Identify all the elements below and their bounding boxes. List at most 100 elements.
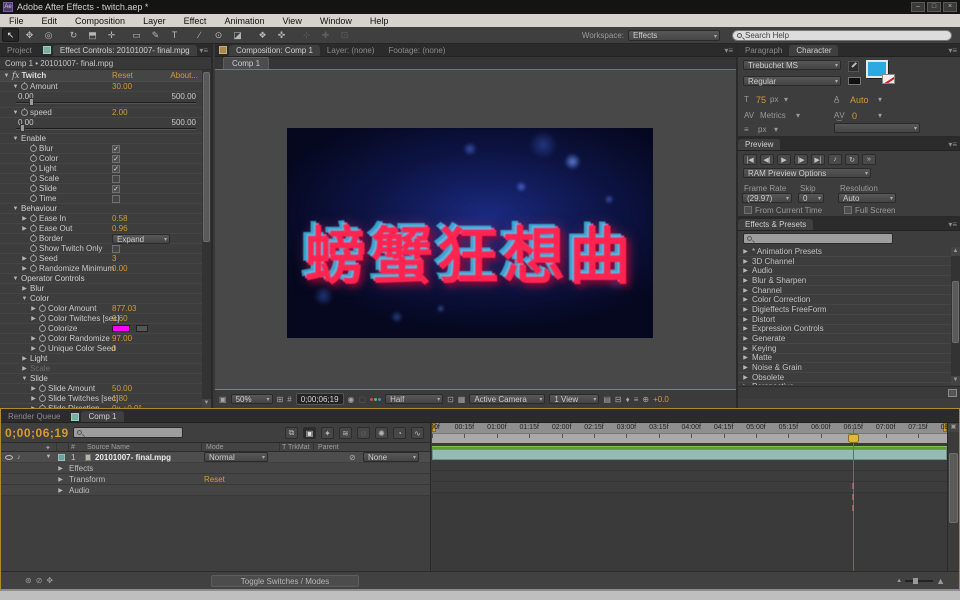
- effect-property-row[interactable]: ▶Seed3: [0, 254, 202, 264]
- blend-mode-dropdown[interactable]: Normal: [204, 452, 268, 462]
- previous-frame-icon[interactable]: ◀|: [760, 154, 774, 165]
- slider-handle-icon[interactable]: [29, 98, 34, 106]
- stopwatch-icon[interactable]: [39, 385, 46, 392]
- roto-brush-tool[interactable]: ❖: [254, 28, 271, 42]
- effect-property-row[interactable]: BorderExpand: [0, 234, 202, 244]
- layer-duration-bar[interactable]: [432, 449, 947, 460]
- stopwatch-icon[interactable]: [39, 395, 46, 402]
- menu-edit[interactable]: Edit: [33, 16, 67, 26]
- effects-category[interactable]: ▶Generate: [738, 334, 951, 344]
- fast-previews-icon[interactable]: ♦: [626, 395, 630, 404]
- rotation-tool[interactable]: ↻: [65, 28, 82, 42]
- timeline-zoom-control[interactable]: ▲ ▲: [896, 576, 945, 586]
- reset-link[interactable]: Reset: [204, 475, 225, 484]
- eyedropper-icon[interactable]: [136, 325, 148, 332]
- twirl-right-icon[interactable]: ▶: [57, 476, 64, 483]
- effects-category[interactable]: ▶Matte: [738, 354, 951, 364]
- unified-camera-tool[interactable]: ⬒: [84, 28, 101, 42]
- pen-tool[interactable]: ✎: [147, 28, 164, 42]
- property-value[interactable]: 0.58: [112, 214, 128, 223]
- stopwatch-icon[interactable]: [39, 325, 46, 332]
- twirl-right-icon[interactable]: ▶: [30, 315, 37, 322]
- effect-property-row[interactable]: Slide✓: [0, 184, 202, 194]
- twirl-right-icon[interactable]: ▶: [21, 265, 28, 272]
- expand-inout-icon[interactable]: ✥: [46, 576, 53, 585]
- magnification-dropdown[interactable]: 50%: [231, 394, 273, 404]
- effect-property-row[interactable]: Blur✓: [0, 144, 202, 154]
- twirl-right-icon[interactable]: ▶: [742, 316, 749, 323]
- draft-3d-icon[interactable]: ▣: [303, 427, 316, 439]
- property-group-label[interactable]: Transform: [69, 475, 105, 484]
- effects-category[interactable]: ▶Digieffects FreeForm: [738, 305, 951, 315]
- effect-controls-scrollbar[interactable]: ▼: [202, 70, 211, 408]
- effect-reset-link[interactable]: Reset: [112, 71, 133, 80]
- pan-behind-tool[interactable]: ✛: [103, 28, 120, 42]
- property-value[interactable]: 1.80: [112, 394, 128, 403]
- property-checkbox[interactable]: [112, 175, 120, 183]
- tab-effect-controls[interactable]: Effect Controls: 20101007- final.mpg: [53, 45, 197, 56]
- camera-dropdown[interactable]: Active Camera: [469, 394, 545, 404]
- twirl-right-icon[interactable]: ▶: [30, 385, 37, 392]
- auto-keyframe-icon[interactable]: ◔: [393, 427, 406, 439]
- tab-composition[interactable]: Composition: Comp 1: [229, 45, 320, 56]
- effect-property-row[interactable]: ▶Color Randomize97.00: [0, 334, 202, 344]
- effects-search-box[interactable]: [743, 233, 893, 244]
- twirl-down-icon[interactable]: ▼: [12, 84, 19, 90]
- stopwatch-icon[interactable]: [39, 345, 46, 352]
- timeline-search-box[interactable]: [73, 427, 183, 438]
- exposure-value[interactable]: +0.0: [653, 395, 669, 404]
- zoom-out-mountain-icon[interactable]: ▲: [896, 578, 902, 584]
- effect-header-row[interactable]: ▼fxTwitchResetAbout...: [0, 70, 202, 82]
- effect-property-row[interactable]: ▼Behaviour: [0, 204, 202, 214]
- effect-property-row[interactable]: ▶Color Twitches [sec]9.60: [0, 314, 202, 324]
- stopwatch-icon[interactable]: [39, 335, 46, 342]
- stroke-color-swatch[interactable]: [882, 74, 895, 84]
- video-visibility-icon[interactable]: [5, 455, 13, 460]
- menu-layer[interactable]: Layer: [134, 16, 175, 26]
- twirl-right-icon[interactable]: ▶: [21, 285, 28, 292]
- timeline-vertical-scrollbar[interactable]: ▣: [947, 423, 959, 571]
- flowchart-icon[interactable]: ⊕: [642, 395, 649, 404]
- menu-view[interactable]: View: [273, 16, 310, 26]
- motion-blur-icon[interactable]: ◌: [357, 427, 370, 439]
- timeline-button-icon[interactable]: ≡: [634, 395, 639, 404]
- color-swatch[interactable]: [112, 325, 130, 332]
- mask-shape-tool[interactable]: ▭: [128, 28, 145, 42]
- layer-property-row[interactable]: ▶Effects: [1, 463, 430, 474]
- twirl-right-icon[interactable]: ▶: [21, 225, 28, 232]
- twirl-right-icon[interactable]: ▶: [21, 215, 28, 222]
- time-ruler[interactable]: 0:00f00:15f01:00f01:15f02:00f02:15f03:00…: [432, 423, 947, 443]
- col-parent[interactable]: Parent: [318, 444, 339, 451]
- effects-category[interactable]: ▶Distort: [738, 315, 951, 325]
- selection-tool[interactable]: ↖: [2, 28, 19, 42]
- viewer-timecode[interactable]: 0;00;06;19: [296, 393, 344, 405]
- expand-layer-switches-icon[interactable]: ⊛: [25, 576, 32, 585]
- skip-dropdown[interactable]: 0: [798, 193, 824, 203]
- effect-property-row[interactable]: ▶Blur: [0, 284, 202, 294]
- twirl-down-icon[interactable]: ▼: [3, 73, 10, 79]
- region-of-interest-icon[interactable]: ⊡: [447, 395, 454, 404]
- property-value[interactable]: 30.00: [112, 82, 132, 91]
- tab-preview[interactable]: Preview: [738, 139, 780, 150]
- layer-color-swatch[interactable]: [58, 454, 65, 461]
- menu-composition[interactable]: Composition: [66, 16, 134, 26]
- col-mode[interactable]: Mode: [206, 444, 224, 451]
- effect-about-link[interactable]: About...: [170, 71, 198, 80]
- panel-menu-icon[interactable]: ▾≡: [948, 46, 957, 55]
- effect-property-row[interactable]: ▶Slide Twitches [sec]1.80: [0, 394, 202, 404]
- tab-render-queue[interactable]: Render Queue: [1, 411, 67, 422]
- maximize-button[interactable]: □: [927, 2, 941, 12]
- twirl-right-icon[interactable]: ▶: [742, 383, 749, 385]
- property-group-label[interactable]: Effects: [69, 464, 93, 473]
- effects-category[interactable]: ▶3D Channel: [738, 257, 951, 267]
- font-style-dropdown[interactable]: Regular: [743, 76, 841, 86]
- twirl-right-icon[interactable]: ▶: [742, 354, 749, 361]
- stopwatch-icon[interactable]: [30, 165, 37, 172]
- effects-scrollbar[interactable]: ▲ ▼: [951, 247, 960, 385]
- twirl-down-icon[interactable]: ▼: [12, 110, 19, 116]
- transparency-grid-icon[interactable]: ▦: [458, 395, 466, 404]
- show-channel-icon[interactable]: [370, 398, 381, 401]
- menu-window[interactable]: Window: [311, 16, 361, 26]
- effect-property-row[interactable]: ▶Ease Out0.96: [0, 224, 202, 234]
- twirl-right-icon[interactable]: ▶: [21, 355, 28, 362]
